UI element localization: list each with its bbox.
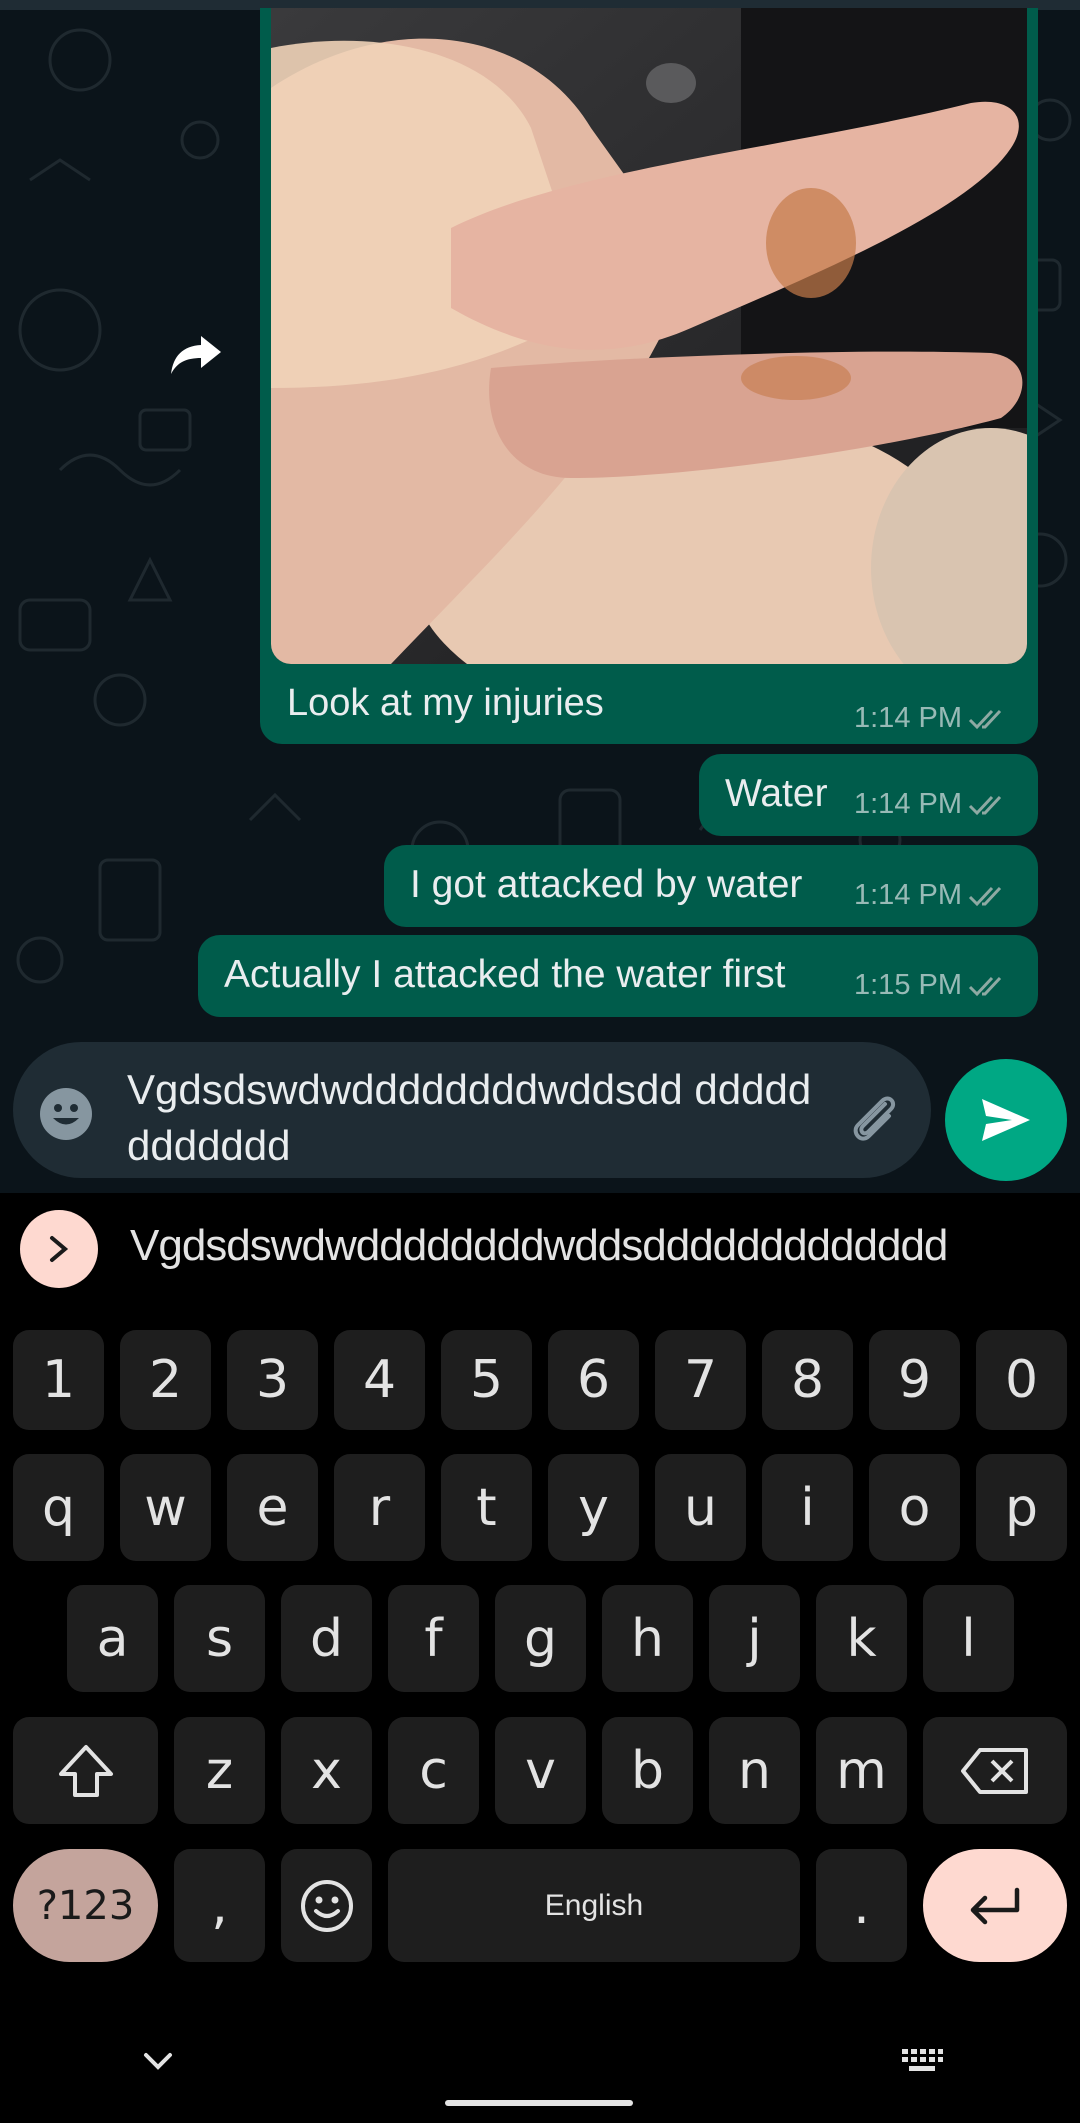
paperclip-icon (853, 1096, 896, 1141)
key-v[interactable]: v (495, 1717, 586, 1824)
key-6[interactable]: 6 (548, 1330, 639, 1430)
key-w[interactable]: w (120, 1454, 211, 1561)
key-e[interactable]: e (227, 1454, 318, 1561)
attach-button[interactable] (845, 1088, 905, 1148)
enter-icon (970, 1887, 1020, 1924)
key-3[interactable]: 3 (227, 1330, 318, 1430)
shift-icon (58, 1744, 113, 1797)
message-composer[interactable]: Vgdsdswdwddddddddwddsdd dddddddddddd (13, 1042, 931, 1178)
chevron-right-icon (50, 1236, 69, 1262)
message-time: 1:15 PM (854, 969, 962, 1001)
hide-keyboard-icon[interactable] (140, 2049, 176, 2073)
key-t[interactable]: t (441, 1454, 532, 1561)
send-button[interactable] (945, 1059, 1067, 1181)
key-x[interactable]: x (281, 1717, 372, 1824)
key-a[interactable]: a (67, 1585, 158, 1692)
message-photo[interactable] (271, 8, 1027, 664)
suggestion-word[interactable]: Vgdsdswdwddddddddwddsddddddddddddd (130, 1221, 948, 1271)
message-meta: 1:14 PM (854, 702, 1008, 735)
message-text: I got attacked by water (410, 863, 803, 906)
message-input[interactable]: Vgdsdswdwddddddddwddsdd dddddddddddd (127, 1062, 827, 1174)
key-l[interactable]: l (923, 1585, 1014, 1692)
message-bubble[interactable]: Actually I attacked the water first 1:15… (198, 935, 1038, 1017)
space-key[interactable]: English (388, 1849, 800, 1962)
key-c[interactable]: c (388, 1717, 479, 1824)
key-o[interactable]: o (869, 1454, 960, 1561)
key-f[interactable]: f (388, 1585, 479, 1692)
key-d[interactable]: d (281, 1585, 372, 1692)
key-5[interactable]: 5 (441, 1330, 532, 1430)
key-4[interactable]: 4 (334, 1330, 425, 1430)
key-b[interactable]: b (602, 1717, 693, 1824)
key-n[interactable]: n (709, 1717, 800, 1824)
message-text: Water (725, 772, 828, 815)
message-meta: 1:15 PM (854, 969, 1008, 1002)
comma-key[interactable]: , (174, 1849, 265, 1962)
key-k[interactable]: k (816, 1585, 907, 1692)
keyboard-switcher-icon[interactable] (900, 2047, 944, 2075)
send-icon (982, 1099, 1030, 1141)
backspace-key[interactable] (923, 1717, 1067, 1824)
message-time: 1:14 PM (854, 702, 962, 734)
suggestion-strip: Vgdsdswdwddddddddwddsddddddddddddd (0, 1193, 1080, 1305)
emoji-icon (300, 1879, 353, 1932)
key-q[interactable]: q (13, 1454, 104, 1561)
image-message[interactable]: Look at my injuries 1:14 PM (260, 8, 1038, 744)
message-time: 1:14 PM (854, 788, 962, 820)
forward-button[interactable] (160, 318, 232, 390)
keyboard[interactable]: Vgdsdswdwddddddddwddsddddddddddddd 1 2 3… (0, 1193, 1080, 2123)
message-meta: 1:14 PM (854, 788, 1008, 821)
chat-area[interactable]: Look at my injuries 1:14 PM Water 1:14 P… (0, 0, 1080, 1193)
key-2[interactable]: 2 (120, 1330, 211, 1430)
key-0[interactable]: 0 (976, 1330, 1067, 1430)
period-key[interactable]: . (816, 1849, 907, 1962)
key-8[interactable]: 8 (762, 1330, 853, 1430)
key-i[interactable]: i (762, 1454, 853, 1561)
emoji-button[interactable] (39, 1087, 93, 1141)
message-time: 1:14 PM (854, 879, 962, 911)
backspace-icon (961, 1747, 1028, 1794)
key-h[interactable]: h (602, 1585, 693, 1692)
image-caption: Look at my injuries (287, 682, 604, 724)
enter-key[interactable] (923, 1849, 1067, 1962)
double-check-icon (968, 976, 1002, 996)
key-y[interactable]: y (548, 1454, 639, 1561)
message-bubble[interactable]: I got attacked by water 1:14 PM (384, 845, 1038, 927)
emoji-key[interactable] (281, 1849, 372, 1962)
expand-toolbar-button[interactable] (20, 1210, 98, 1288)
key-j[interactable]: j (709, 1585, 800, 1692)
key-m[interactable]: m (816, 1717, 907, 1824)
key-7[interactable]: 7 (655, 1330, 746, 1430)
forward-arrow-icon (171, 336, 221, 374)
key-r[interactable]: r (334, 1454, 425, 1561)
key-1[interactable]: 1 (13, 1330, 104, 1430)
home-indicator[interactable] (445, 2100, 633, 2106)
message-text: Actually I attacked the water first (224, 953, 786, 996)
double-check-icon (968, 709, 1002, 729)
hand-photo (271, 8, 1027, 664)
message-meta: 1:14 PM (854, 879, 1008, 912)
key-p[interactable]: p (976, 1454, 1067, 1561)
double-check-icon (968, 795, 1002, 815)
double-check-icon (968, 886, 1002, 906)
emoji-icon (40, 1088, 92, 1140)
message-bubble[interactable]: Water 1:14 PM (699, 754, 1038, 836)
shift-key[interactable] (13, 1717, 158, 1824)
key-z[interactable]: z (174, 1717, 265, 1824)
key-u[interactable]: u (655, 1454, 746, 1561)
key-9[interactable]: 9 (869, 1330, 960, 1430)
symbols-key[interactable]: ?123 (13, 1849, 158, 1962)
key-s[interactable]: s (174, 1585, 265, 1692)
key-g[interactable]: g (495, 1585, 586, 1692)
